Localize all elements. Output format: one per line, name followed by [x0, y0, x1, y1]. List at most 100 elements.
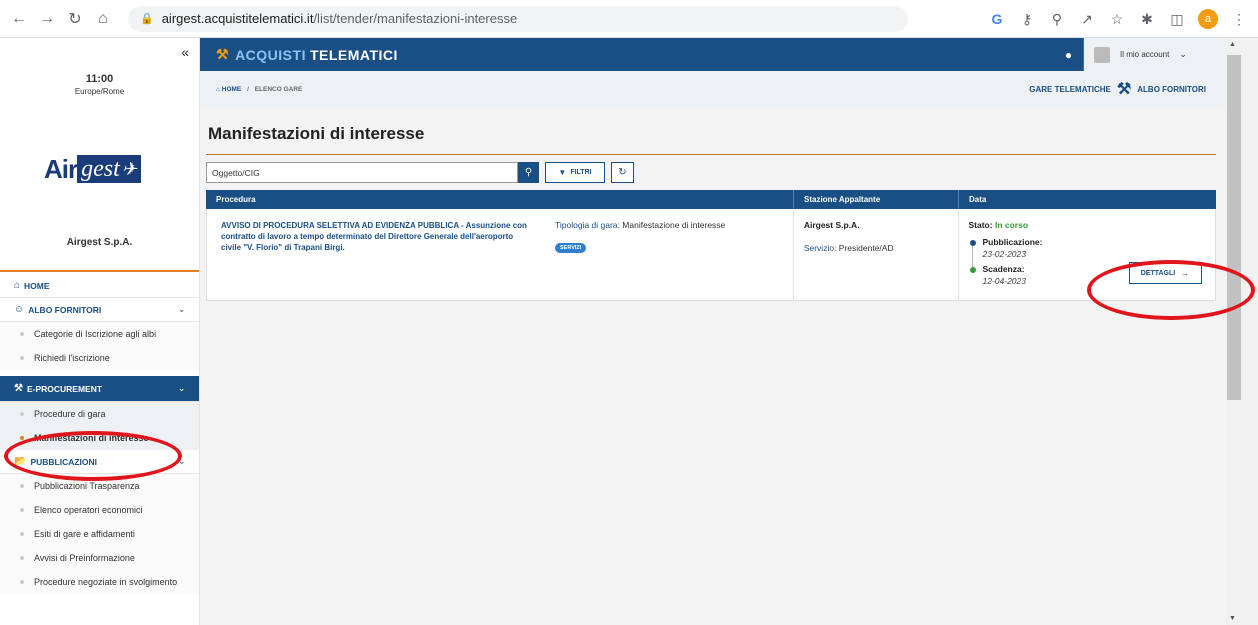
reload-icon[interactable]: ↻ — [62, 6, 88, 32]
home-icon: ⌂ — [14, 280, 21, 291]
timeline-bullet-icon — [969, 240, 976, 246]
procedure-type: Tipologia di gara: Manifestazione di int… — [555, 220, 725, 230]
breadcrumb-home[interactable]: HOME — [222, 86, 242, 93]
scroll-up-icon[interactable]: ▲ — [1229, 41, 1236, 48]
gare-telematiche-link[interactable]: GARE TELEMATICHE — [1029, 85, 1111, 94]
brand-logo[interactable]: ⚒ ACQUISTI TELEMATICI — [216, 46, 398, 63]
scroll-down-icon[interactable]: ▼ — [1229, 615, 1236, 622]
browser-toolbar: ← → ↻ ⌂ 🔒 airgest.acquistitelematici.it … — [0, 0, 1258, 38]
status: Stato: In corso — [969, 220, 1029, 230]
bullet-icon — [20, 532, 24, 536]
procedure-title-link[interactable]: AVVISO DI PROCEDURA SELETTIVA AD EVIDENZ… — [221, 220, 531, 253]
bullet-icon — [20, 556, 24, 560]
google-icon[interactable]: G — [988, 11, 1006, 27]
search-input[interactable] — [206, 162, 518, 183]
albo-submenu: Categorie di Iscrizione agli albi Richie… — [0, 322, 199, 370]
globe-icon[interactable]: ● — [1054, 38, 1084, 71]
sidebar-subitem-operatori[interactable]: Elenco operatori economici — [0, 498, 199, 522]
quick-links: GARE TELEMATICHE ⚒ ALBO FORNITORI — [1029, 71, 1206, 107]
procedure-type-label: Tipologia di gara: — [555, 220, 620, 230]
sidebar-subitem-categorie[interactable]: Categorie di Iscrizione agli albi — [0, 322, 199, 346]
station-service: Servizio: Presidente/AD — [804, 243, 894, 253]
table-row: AVVISO DI PROCEDURA SELETTIVA AD EVIDENZ… — [206, 209, 1216, 301]
sidebar-subitem-label: Procedure di gara — [34, 409, 106, 419]
cell-stazione: Airgest S.p.A. Servizio: Presidente/AD — [794, 209, 959, 300]
logo-air: Air — [44, 153, 78, 184]
bullet-icon — [20, 356, 24, 360]
date-timeline: Pubblicazione: 23-02-2023 Scadenza: 12-0… — [969, 237, 1042, 291]
scrollbar-thumb[interactable] — [1227, 55, 1241, 400]
bullet-icon — [20, 580, 24, 584]
column-header-data: Data — [969, 195, 987, 204]
account-label: Il mio account — [1120, 50, 1170, 59]
account-menu[interactable]: Il mio account ⌄ — [1084, 38, 1226, 71]
back-icon[interactable]: ← — [6, 6, 32, 32]
gavel-icon: ⚒ — [216, 46, 230, 62]
sidebar-item-e-procurement[interactable]: ⚒ E-PROCUREMENT ⌄ — [0, 376, 199, 402]
sidebar-subitem-label: Procedure negoziate in svolgimento — [34, 577, 178, 587]
refresh-icon: ↻ — [618, 167, 627, 178]
app-header: ⚒ ACQUISTI TELEMATICI ● Il mio account ⌄ — [200, 38, 1226, 71]
sidebar-item-albo-fornitori[interactable]: ☺ ALBO FORNITORI ⌄ — [0, 298, 199, 322]
sidebar-item-label: E-PROCUREMENT — [26, 383, 103, 394]
profile-avatar[interactable]: a — [1198, 9, 1218, 29]
status-label: Stato: — [968, 220, 993, 230]
procedure-type-value: Manifestazione di interesse — [622, 220, 726, 230]
address-bar[interactable]: 🔒 airgest.acquistitelematici.it /list/te… — [128, 5, 908, 32]
page-title: Manifestazioni di interesse — [208, 124, 425, 143]
status-badge: In corso — [994, 220, 1029, 230]
airgest-logo: Air gest ✈ — [44, 154, 184, 184]
browser-nav: ← → ↻ ⌂ — [6, 6, 116, 32]
key-icon[interactable]: ⚷ — [1018, 11, 1036, 28]
search-button[interactable]: ⚲ — [518, 162, 539, 183]
albo-fornitori-link[interactable]: ALBO FORNITORI — [1137, 85, 1206, 94]
sidebar-subitem-label: Avvisi di Preinformazione — [34, 553, 135, 563]
filter-button[interactable]: ▼ FILTRI — [545, 162, 605, 183]
clock-time: 11:00 — [85, 73, 114, 85]
search-icon: ⚲ — [524, 167, 533, 178]
sidebar-subitem-label: Esiti di gare e affidamenti — [34, 529, 135, 539]
column-header-stazione: Stazione Appaltante — [794, 190, 959, 209]
sidebar-item-home[interactable]: ⌂ HOME — [0, 274, 199, 298]
cell-procedura: AVVISO DI PROCEDURA SELETTIVA AD EVIDENZ… — [207, 209, 794, 300]
home-icon[interactable]: ⌂ — [90, 6, 116, 32]
zoom-icon[interactable]: ⚲ — [1048, 11, 1066, 28]
breadcrumb-separator: / — [247, 85, 249, 93]
station-name: Airgest S.p.A. — [803, 220, 860, 230]
sidebar-divider — [0, 270, 199, 272]
chevron-down-icon: ⌄ — [178, 384, 185, 393]
sidebar-subitem-procedure-di-gara[interactable]: Procedure di gara — [0, 402, 199, 426]
bullet-icon — [20, 508, 24, 512]
page-scrollbar[interactable]: ▲ ▼ — [1226, 38, 1258, 625]
plane-icon: ✈ — [121, 158, 137, 179]
url-path: /list/tender/manifestazioni-interesse — [313, 11, 518, 26]
sidebar-subitem-esiti[interactable]: Esiti di gare e affidamenti — [0, 522, 199, 546]
sidebar-item-label: HOME — [24, 280, 50, 291]
chevron-down-icon: ⌄ — [178, 305, 185, 314]
sidebar-subitem-label: Richiedi l'iscrizione — [34, 353, 110, 363]
star-icon[interactable]: ☆ — [1108, 11, 1126, 28]
menu-icon[interactable]: ⋮ — [1230, 11, 1248, 28]
sidebar-subitem-preinformazione[interactable]: Avvisi di Preinformazione — [0, 546, 199, 570]
main-content: Manifestazioni di interesse ⚲ ▼ FILTRI ↻… — [200, 107, 1226, 625]
service-value: Presidente/AD — [838, 243, 894, 253]
sidebar-subitem-negoziate[interactable]: Procedure negoziate in svolgimento — [0, 570, 199, 594]
clock-timezone: Europe/Rome — [74, 87, 125, 96]
forward-icon[interactable]: → — [34, 6, 60, 32]
bullet-icon — [20, 412, 24, 416]
sidepanel-icon[interactable]: ◫ — [1168, 11, 1186, 28]
extensions-icon[interactable]: ✱ — [1138, 11, 1156, 28]
reset-button[interactable]: ↻ — [611, 162, 634, 183]
share-icon[interactable]: ↗ — [1078, 11, 1096, 28]
sidebar-subitem-richiedi-iscrizione[interactable]: Richiedi l'iscrizione — [0, 346, 199, 370]
publication-date: Pubblicazione: 23-02-2023 — [969, 237, 1042, 264]
breadcrumb-current: ELENCO GARE — [254, 85, 303, 93]
clock: 11:00 Europe/Rome — [0, 73, 199, 96]
brand-part2: TELEMATICI — [309, 46, 398, 63]
collapse-sidebar-icon[interactable]: « — [181, 44, 189, 60]
sidebar-subitem-label: Elenco operatori economici — [34, 505, 143, 515]
sidebar-item-label: ALBO FORNITORI — [28, 304, 102, 315]
user-plus-icon: ☺ — [14, 304, 25, 315]
sidebar: « 11:00 Europe/Rome Air gest ✈ Airgest S.… — [0, 38, 200, 625]
user-avatar-icon — [1094, 46, 1110, 63]
